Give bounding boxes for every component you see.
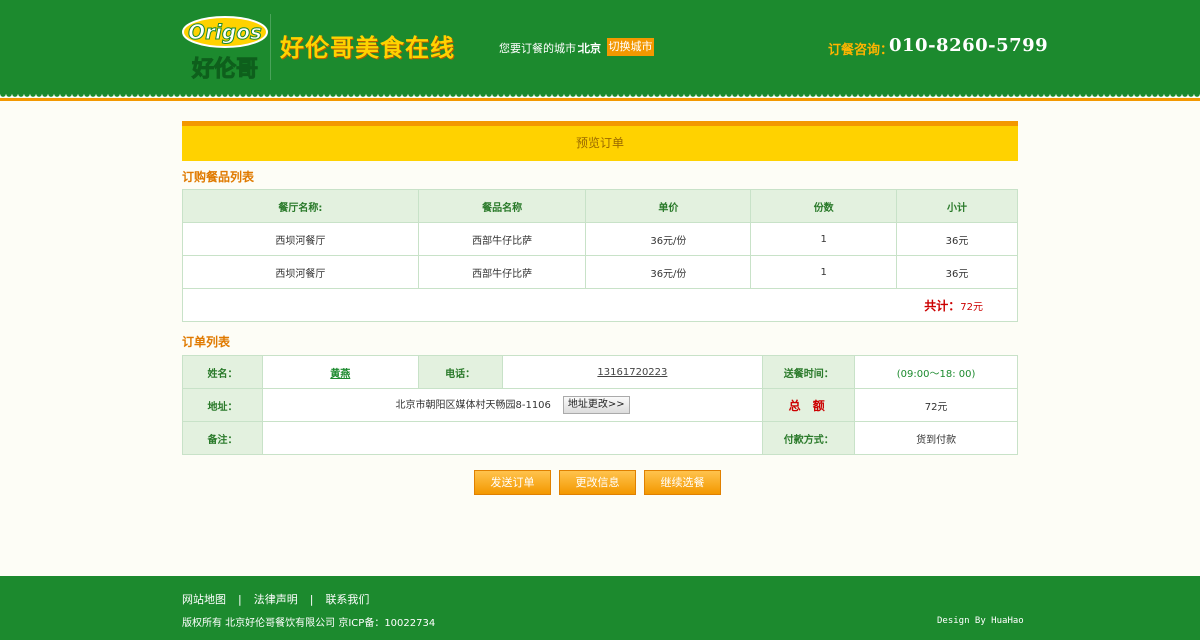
items-section-label: 订购餐品列表 (182, 170, 255, 184)
table-row: 西坝河餐厅 西部牛仔比萨 36元/份 1 36元 (182, 255, 1018, 289)
cell-subtotal: 36元 (896, 222, 1018, 256)
total-value: 72元 (960, 301, 983, 313)
switch-city-button[interactable]: 切换城市 (607, 38, 654, 56)
column-header-quantity: 份数 (750, 189, 898, 223)
logo-wordmark: Origos (188, 20, 262, 44)
logo-chinese-name: 好伦哥 (191, 56, 258, 82)
cell-restaurant: 西坝河餐厅 (182, 255, 419, 289)
cell-unit-price: 36元/份 (585, 255, 752, 289)
continue-ordering-button[interactable]: 继续选餐 (644, 470, 721, 495)
change-info-button[interactable]: 更改信息 (559, 470, 636, 495)
footer-links: 网站地图 | 法律声明 | 联系我们 (182, 591, 369, 607)
cell-restaurant: 西坝河餐厅 (182, 222, 419, 256)
delivery-time-value: (09:00～18: 00) (854, 355, 1018, 389)
address-cell: 北京市朝阳区媒体村天畅园8-1106 地址更改>> (261, 388, 764, 422)
cell-unit-price: 36元/份 (585, 222, 752, 256)
change-address-button[interactable]: 地址更改>> (562, 396, 630, 414)
cell-subtotal: 36元 (896, 255, 1018, 289)
address-value: 北京市朝阳区媒体村天畅园8-1106 (395, 400, 551, 411)
column-header-subtotal: 小计 (896, 189, 1018, 223)
hotline-label: 订餐咨询： (828, 43, 894, 58)
footer-separator: | (309, 593, 314, 606)
order-details-table: 姓名： 黄燕 电话： 13161720223 送餐时间： (09:00～18: … (182, 355, 1018, 455)
order-row-note: 备注： 付款方式： 货到付款 (182, 421, 1018, 455)
page-title-bar: 预览订单 (182, 121, 1018, 161)
origos-logo[interactable]: Origos 好伦哥 (181, 14, 269, 82)
cell-quantity: 1 (750, 255, 898, 289)
name-label: 姓名： (182, 355, 263, 389)
column-header-dish: 餐品名称 (417, 189, 587, 223)
table-header-row: 餐厅名称: 餐品名称 单价 份数 小计 (182, 189, 1018, 223)
footer-link-sitemap[interactable]: 网站地图 (182, 593, 226, 606)
city-label: 您要订餐的城市： (499, 42, 587, 55)
column-header-restaurant: 餐厅名称: (182, 189, 419, 223)
order-items-table: 餐厅名称: 餐品名称 单价 份数 小计 西坝河餐厅 西部牛仔比萨 36元/份 1… (182, 189, 1018, 322)
total-amount-label: 总 额 (762, 388, 856, 422)
note-label: 备注： (182, 421, 263, 455)
site-title: 好伦哥美食在线 (280, 34, 455, 62)
cell-dish: 西部牛仔比萨 (417, 255, 587, 289)
note-value (261, 421, 764, 455)
footer-copyright: 版权所有 北京好伦哥餐饮有限公司 京ICP备：10022734 (182, 618, 436, 629)
order-section-label: 订单列表 (182, 335, 231, 349)
name-value[interactable]: 黄燕 (261, 355, 419, 389)
payment-method-label: 付款方式： (762, 421, 856, 455)
order-row-address: 地址： 北京市朝阳区媒体村天畅园8-1106 地址更改>> 总 额 72元 (182, 388, 1018, 422)
delivery-time-label: 送餐时间： (762, 355, 856, 389)
cell-dish: 西部牛仔比萨 (417, 222, 587, 256)
order-row-contact: 姓名： 黄燕 电话： 13161720223 送餐时间： (09:00～18: … (182, 355, 1018, 389)
table-row: 西坝河餐厅 西部牛仔比萨 36元/份 1 36元 (182, 222, 1018, 256)
total-amount-value: 72元 (854, 388, 1018, 422)
current-city: 北京 (579, 42, 601, 55)
phone-value[interactable]: 13161720223 (501, 355, 764, 389)
page-title: 预览订单 (575, 136, 624, 150)
column-header-unit-price: 单价 (585, 189, 752, 223)
cell-quantity: 1 (750, 222, 898, 256)
send-order-button[interactable]: 发送订单 (474, 470, 551, 495)
total-label: 共计： (924, 298, 961, 313)
logo-divider (270, 14, 271, 80)
footer-design-credit: Design By HuaHao (937, 616, 1024, 626)
total-cell: 共计：72元 (182, 288, 1018, 322)
payment-method-value: 货到付款 (854, 421, 1018, 455)
site-footer (0, 576, 1200, 640)
hotline-number: 010-8260-5799 (889, 35, 1049, 56)
footer-link-contact[interactable]: 联系我们 (325, 593, 369, 606)
footer-link-legal[interactable]: 法律声明 (254, 593, 298, 606)
phone-label: 电话： (417, 355, 503, 389)
total-row: 共计：72元 (182, 288, 1018, 322)
footer-separator: | (238, 593, 242, 606)
header-accent-line (0, 98, 1200, 101)
address-label: 地址： (182, 388, 263, 422)
